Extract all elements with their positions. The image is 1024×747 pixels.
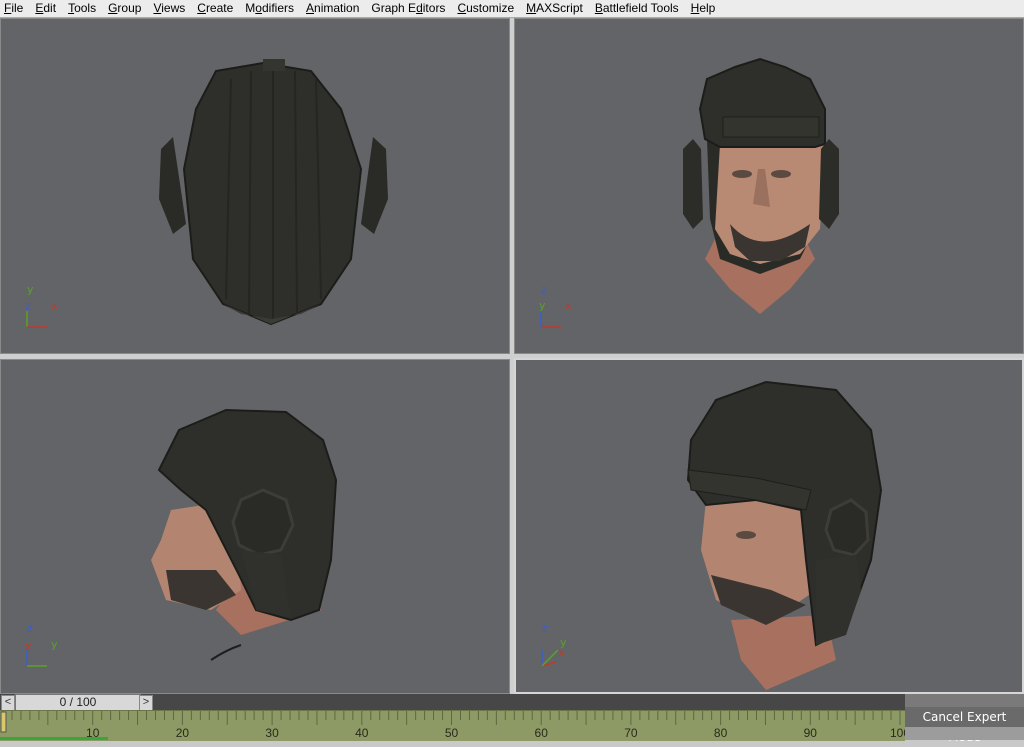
- viewport-top[interactable]: y z x: [0, 18, 510, 354]
- frame-tick-label: 50: [445, 726, 459, 740]
- frame-tick-label: 100: [890, 726, 905, 740]
- menu-graph-editors[interactable]: Graph Editors: [365, 0, 451, 17]
- axis-label-y: y: [539, 299, 546, 312]
- menu-customize[interactable]: Customize: [451, 0, 520, 17]
- axis-label-x: x: [558, 646, 565, 659]
- axis-label-y: y: [27, 283, 34, 296]
- next-frame-button[interactable]: >: [139, 695, 153, 711]
- menu-bar: File Edit Tools Group Views Create Modifiers An…: [0, 0, 1024, 18]
- menu-animation[interactable]: Animation: [300, 0, 365, 17]
- frame-tick-label: 30: [265, 726, 279, 740]
- axis-label-z: z: [542, 622, 548, 635]
- menu-edit[interactable]: Edit: [29, 0, 62, 17]
- prev-frame-button[interactable]: <: [1, 695, 15, 711]
- frame-tick-label: 60: [535, 726, 549, 740]
- frame-tick-label: 90: [804, 726, 818, 740]
- axis-label-z: z: [27, 622, 33, 635]
- head-front-view: [683, 57, 839, 314]
- viewport-left[interactable]: z x y: [0, 359, 510, 694]
- axis-label-x: x: [51, 299, 58, 312]
- menu-modifiers[interactable]: Modifiers: [239, 0, 300, 17]
- time-slider-thumb[interactable]: 0 / 100: [15, 694, 141, 711]
- frame-tick-label: 70: [624, 726, 638, 740]
- menu-views[interactable]: Views: [147, 0, 191, 17]
- axis-label-y: y: [51, 638, 58, 651]
- helmet-top-view: [159, 59, 388, 326]
- current-frame-marker: [0, 711, 7, 733]
- axis-gizmo-top: y z x: [23, 283, 63, 329]
- viewport-perspective[interactable]: z y x: [514, 358, 1024, 694]
- menu-help[interactable]: Help: [685, 0, 722, 17]
- viewport-area: y z x z y x z x y z y x: [0, 18, 1024, 694]
- track-bar-ticks: 102030405060708090100: [0, 711, 905, 740]
- track-bar[interactable]: 102030405060708090100: [0, 710, 905, 741]
- head-perspective-view: [686, 380, 883, 690]
- axis-label-z: z: [25, 299, 31, 312]
- menu-file[interactable]: File: [0, 0, 29, 17]
- axis-label-x: x: [25, 640, 32, 653]
- frame-tick-label: 20: [176, 726, 190, 740]
- axis-gizmo-left: z x y: [23, 622, 63, 668]
- status-strip: [905, 727, 1024, 740]
- axis-gizmo-front: z y x: [537, 283, 577, 329]
- axis-gizmo-perspective: z y x: [538, 622, 578, 668]
- axis-label-z: z: [541, 283, 547, 296]
- time-slider[interactable]: < 0 / 100 >: [0, 694, 1024, 711]
- frame-tick-label: 40: [355, 726, 369, 740]
- menu-maxscript[interactable]: MAXScript: [520, 0, 589, 17]
- menu-group[interactable]: Group: [102, 0, 147, 17]
- viewport-front[interactable]: z y x: [514, 18, 1024, 354]
- axis-label-x: x: [565, 299, 572, 312]
- frame-tick-label: 80: [714, 726, 728, 740]
- menu-tools[interactable]: Tools: [62, 0, 102, 17]
- menu-create[interactable]: Create: [191, 0, 239, 17]
- menu-battlefield-tools[interactable]: Battlefield Tools: [589, 0, 685, 17]
- cancel-expert-mode-button[interactable]: Cancel Expert Mode: [905, 707, 1024, 744]
- head-left-view: [151, 408, 338, 661]
